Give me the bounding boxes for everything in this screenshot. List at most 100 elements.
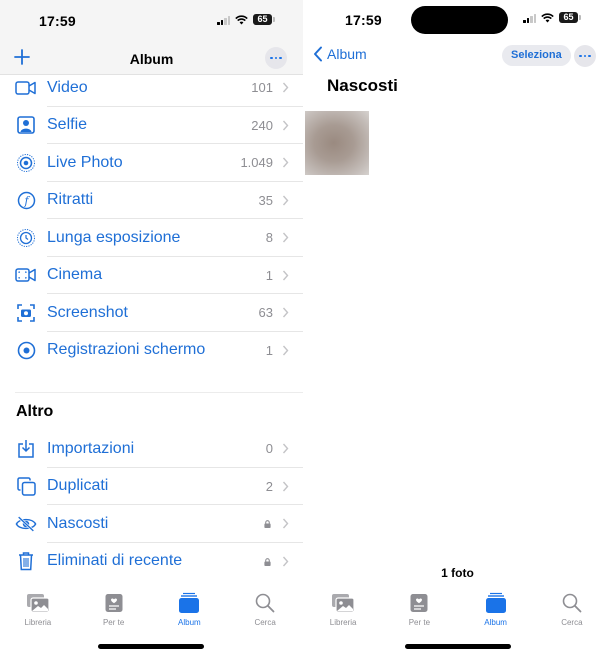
trash-icon xyxy=(15,550,37,572)
cellular-signal-icon xyxy=(523,13,536,23)
list-item-label: Cinema xyxy=(47,266,103,284)
library-icon xyxy=(331,592,355,614)
svg-text:f: f xyxy=(23,194,30,207)
select-button[interactable]: Seleziona xyxy=(502,45,571,66)
other-albums-list: Importazioni 0 Duplicati 2 Nascosti Elim… xyxy=(0,430,303,580)
status-bar: 17:59 65 xyxy=(305,0,610,42)
list-item-label: Eliminati di recente xyxy=(47,552,183,570)
chevron-right-icon xyxy=(282,481,289,491)
list-item-count: 1 xyxy=(265,267,273,283)
photo-thumbnail[interactable] xyxy=(305,111,369,175)
list-item-count: 8 xyxy=(265,230,273,246)
chevron-right-icon xyxy=(282,232,289,243)
import-icon xyxy=(15,438,37,460)
tab-bar: Libreria Per te Album Cerca xyxy=(305,592,610,632)
tab-album[interactable]: Album xyxy=(458,592,534,632)
list-item-cinema[interactable]: Cinema 1 xyxy=(0,257,303,294)
tab-label: Album xyxy=(178,618,201,627)
back-button[interactable]: Album xyxy=(313,46,367,62)
more-button[interactable] xyxy=(574,45,596,67)
dynamic-island xyxy=(411,6,508,34)
live-photo-icon xyxy=(15,152,37,174)
cellular-signal-icon xyxy=(217,15,230,25)
lock-icon xyxy=(264,557,271,566)
status-time: 17:59 xyxy=(39,13,76,29)
list-item-count: 240 xyxy=(251,117,273,133)
screenshot-icon xyxy=(15,302,37,324)
back-label: Album xyxy=(327,46,367,62)
home-indicator[interactable] xyxy=(405,644,511,649)
list-item-label: Nascosti xyxy=(47,514,109,532)
tab-cerca[interactable]: Cerca xyxy=(534,592,610,632)
list-item-eliminati-di-recente[interactable]: Eliminati di recente xyxy=(0,543,303,581)
tab-label: Album xyxy=(484,618,507,627)
tab-album[interactable]: Album xyxy=(152,592,228,632)
status-bar: 17:59 65 xyxy=(0,0,303,42)
home-indicator[interactable] xyxy=(98,644,204,649)
list-item-label: Selfie xyxy=(47,116,88,134)
chevron-right-icon xyxy=(282,518,289,529)
battery-icon: 65 xyxy=(559,12,581,23)
tab-per-te[interactable]: Per te xyxy=(76,592,152,632)
tab-label: Cerca xyxy=(561,618,583,627)
chevron-left-icon xyxy=(314,46,322,62)
tab-per-te[interactable]: Per te xyxy=(381,592,457,632)
more-button[interactable] xyxy=(265,47,287,69)
list-item-nascosti[interactable]: Nascosti xyxy=(0,505,303,543)
portrait-aperture-icon: f xyxy=(15,189,37,211)
list-item-label: Registrazioni schermo xyxy=(47,341,206,359)
wifi-icon xyxy=(235,14,248,24)
hidden-album-screen: 17:59 65 Album Seleziona Nascosti 1 foto… xyxy=(305,0,610,657)
wifi-icon xyxy=(541,12,554,22)
chevron-right-icon xyxy=(282,443,289,454)
chevron-right-icon xyxy=(282,307,289,318)
list-item-label: Live Photo xyxy=(47,153,123,171)
long-exposure-icon xyxy=(15,227,37,249)
battery-icon: 65 xyxy=(253,14,275,25)
tab-libreria[interactable]: Libreria xyxy=(0,592,76,632)
chevron-right-icon xyxy=(282,120,289,130)
list-item-screenshot[interactable]: Screenshot 63 xyxy=(0,294,303,332)
video-icon xyxy=(15,77,37,99)
chevron-right-icon xyxy=(282,157,289,168)
list-item-count: 63 xyxy=(258,305,273,321)
chevron-right-icon xyxy=(282,556,289,566)
cinematic-icon xyxy=(15,264,37,286)
chevron-right-icon xyxy=(282,195,289,205)
list-item-live-photo[interactable]: Live Photo 1.049 xyxy=(0,144,303,182)
list-item-label: Video xyxy=(47,78,88,96)
list-item-label: Screenshot xyxy=(47,303,128,321)
tab-label: Per te xyxy=(102,618,125,627)
list-item-label: Duplicati xyxy=(47,477,109,495)
screen-recording-icon xyxy=(15,339,37,361)
list-item-registrazioni-schermo[interactable]: Registrazioni schermo 1 xyxy=(0,332,303,370)
for-you-icon xyxy=(407,592,431,614)
tab-libreria[interactable]: Libreria xyxy=(305,592,381,632)
list-item-ritratti[interactable]: f Ritratti 35 xyxy=(0,182,303,219)
list-item-count: 101 xyxy=(251,80,273,96)
list-item-label: Lunga esposizione xyxy=(47,228,181,246)
list-item-duplicati[interactable]: Duplicati 2 xyxy=(0,468,303,505)
list-item-video[interactable]: Video 101 xyxy=(0,69,303,107)
tab-label: Cerca xyxy=(254,618,276,627)
album-icon xyxy=(484,592,508,614)
list-item-count: 35 xyxy=(258,192,273,208)
chevron-right-icon xyxy=(282,270,289,280)
lock-icon xyxy=(264,520,271,528)
list-item-lunga-esposizione[interactable]: Lunga esposizione 8 xyxy=(0,219,303,257)
list-item-label: Ritratti xyxy=(47,191,94,209)
list-item-count: 1.049 xyxy=(240,155,273,171)
list-item-selfie[interactable]: Selfie 240 xyxy=(0,107,303,144)
list-item-label: Importazioni xyxy=(47,439,135,457)
library-icon xyxy=(26,592,50,614)
status-time: 17:59 xyxy=(345,12,382,28)
tab-cerca[interactable]: Cerca xyxy=(227,592,303,632)
tab-label: Libreria xyxy=(329,618,357,627)
tab-bar: Libreria Per te Album Cerca xyxy=(0,592,303,632)
for-you-icon xyxy=(102,592,126,614)
chevron-right-icon xyxy=(282,82,289,93)
chevron-right-icon xyxy=(282,345,289,355)
list-item-importazioni[interactable]: Importazioni 0 xyxy=(0,430,303,468)
section-title-altro: Altro xyxy=(16,403,54,420)
tab-label: Per te xyxy=(408,618,431,627)
